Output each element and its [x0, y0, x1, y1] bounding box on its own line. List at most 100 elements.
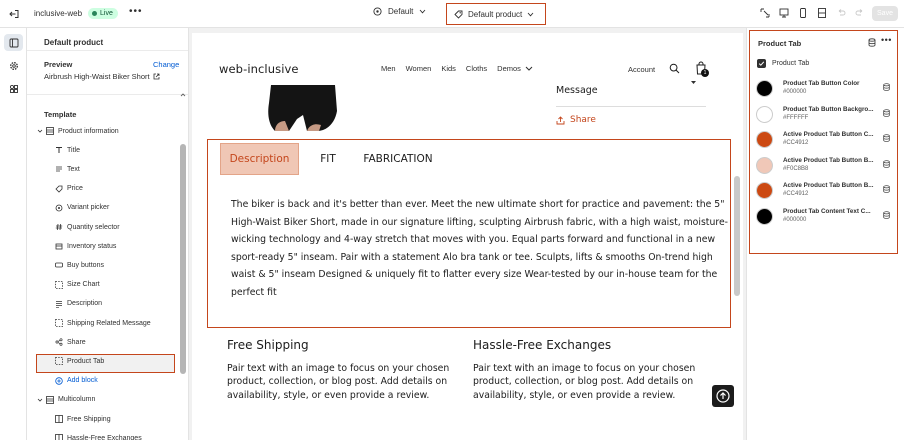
price-tag-icon — [55, 185, 63, 193]
color-setting[interactable]: Product Tab Button Backgro... #FFFFFF — [756, 105, 896, 127]
color-setting-hex[interactable]: #F0C8B8 — [783, 166, 808, 172]
block-item-product-tab[interactable]: Product Tab — [27, 354, 177, 368]
sections-tab[interactable] — [4, 34, 23, 51]
block-item-price[interactable]: Price — [27, 182, 177, 196]
tab-description[interactable]: Description — [220, 143, 299, 175]
nav-item-women[interactable]: Women — [406, 64, 432, 73]
color-setting[interactable]: Product Tab Button Color #000000 — [756, 79, 896, 101]
panel-scrollbar[interactable] — [180, 144, 186, 374]
store-more-button[interactable]: ••• — [129, 6, 143, 17]
tree-item-label: Title — [67, 146, 80, 154]
block-item-hassle-free-exchanges[interactable]: Hassle-Free Exchanges — [27, 431, 177, 440]
database-icon[interactable] — [883, 185, 890, 194]
share-button[interactable]: Share — [556, 115, 596, 125]
preview-scrollbar[interactable] — [734, 176, 740, 296]
color-swatch[interactable] — [756, 80, 773, 97]
preview-product[interactable]: Airbrush High-Waist Biker Short — [44, 72, 160, 81]
nav-item-cloths[interactable]: Cloths — [466, 64, 487, 73]
block-item-variant-picker[interactable]: Variant picker — [27, 201, 177, 215]
color-setting-hex[interactable]: #000000 — [783, 89, 806, 95]
add-block[interactable]: Add block — [27, 374, 177, 388]
scroll-up-icon[interactable] — [180, 92, 186, 102]
live-badge-label: Live — [100, 10, 113, 17]
tree-item-label: Product information — [58, 127, 119, 135]
settings-more-button[interactable]: ••• — [881, 35, 892, 45]
color-swatch[interactable] — [756, 182, 773, 200]
block-item-description[interactable]: Description — [27, 297, 177, 311]
block-item-shipping-related-message[interactable]: Shipping Related Message — [27, 316, 177, 330]
preview-label: Preview — [44, 60, 73, 69]
product-tab-settings: Product Tab ••• Product Tab Product Tab … — [749, 30, 898, 254]
undo-icon[interactable] — [836, 7, 846, 19]
product-tab-checkbox[interactable]: Product Tab — [757, 59, 809, 68]
color-setting-hex[interactable]: #FFFFFF — [783, 115, 808, 121]
tab-fabrication[interactable]: FABRICATION — [358, 143, 438, 175]
add-circle-icon — [55, 376, 63, 385]
tab-fit[interactable]: FIT — [308, 143, 348, 175]
block-settings-panel: Product Tab ••• Product Tab Product Tab … — [746, 28, 904, 440]
button-icon — [55, 261, 63, 269]
sections-icon — [9, 38, 18, 47]
database-icon[interactable] — [883, 134, 890, 142]
fullscreen-icon[interactable] — [817, 7, 827, 19]
database-icon[interactable] — [883, 83, 890, 91]
product-tab-block[interactable]: Description FIT FABRICATION The biker is… — [207, 139, 731, 328]
color-setting-hex[interactable]: #000000 — [783, 217, 806, 223]
save-button[interactable]: Save — [872, 6, 898, 21]
section-item-multicolumn[interactable]: Multicolumn — [27, 393, 177, 407]
color-swatch[interactable] — [756, 156, 773, 174]
site-logo[interactable]: web-inclusive — [219, 62, 299, 76]
color-swatch[interactable] — [756, 131, 773, 149]
text-icon — [55, 165, 63, 173]
color-swatch[interactable] — [756, 105, 773, 123]
database-icon[interactable] — [868, 38, 876, 47]
color-setting-name: Active Product Tab Button B... — [783, 182, 874, 190]
chevron-down-icon[interactable] — [690, 80, 697, 85]
mobile-view-icon[interactable] — [798, 7, 808, 19]
color-setting-hex[interactable]: #CC4912 — [783, 140, 808, 146]
color-setting[interactable]: Active Product Tab Button B... #CC4912 — [756, 181, 896, 203]
block-item-share[interactable]: Share — [27, 335, 177, 349]
block-item-text[interactable]: Text — [27, 162, 177, 176]
block-item-title[interactable]: Title — [27, 143, 177, 157]
block-item-buy-buttons[interactable]: Buy buttons — [27, 258, 177, 272]
color-setting[interactable]: Product Tab Content Text C... #000000 — [756, 207, 896, 229]
template-selector[interactable]: Default product — [446, 3, 546, 25]
color-setting-hex[interactable]: #CC4912 — [783, 191, 808, 197]
color-setting[interactable]: Active Product Tab Button C... #CC4912 — [756, 130, 896, 152]
section-item-product-information[interactable]: Product information — [27, 124, 177, 138]
settings-title: Product Tab — [758, 39, 802, 48]
nav-item-kids[interactable]: Kids — [441, 64, 456, 73]
database-icon[interactable] — [883, 108, 890, 117]
tree-item-label: Description — [67, 300, 103, 308]
block-item-free-shipping[interactable]: Free Shipping — [27, 412, 177, 426]
search-icon[interactable] — [669, 63, 680, 74]
theme-settings-tab[interactable] — [4, 57, 23, 74]
database-icon[interactable] — [883, 211, 890, 219]
scroll-to-top-button[interactable] — [712, 385, 734, 407]
preview-change-link[interactable]: Change — [153, 60, 179, 69]
nav-item-demos[interactable]: Demos — [497, 64, 533, 73]
database-icon[interactable] — [883, 160, 890, 168]
desktop-view-icon[interactable] — [779, 7, 789, 19]
apps-tab[interactable] — [4, 80, 23, 97]
preview-product-name: Airbrush High-Waist Biker Short — [44, 72, 150, 81]
color-setting[interactable]: Active Product Tab Button B... #F0C8B8 — [756, 156, 896, 178]
storefront-preview: web-inclusive Men Women Kids Cloths Demo… — [192, 33, 743, 440]
block-item-quantity-selector[interactable]: Quantity selector — [27, 220, 177, 234]
block-item-inventory-status[interactable]: Inventory status — [27, 239, 177, 253]
chevron-down-icon[interactable] — [37, 397, 43, 403]
product-image[interactable] — [219, 85, 375, 131]
account-link[interactable]: Account — [628, 65, 655, 74]
color-swatch[interactable] — [756, 208, 773, 225]
exit-icon[interactable] — [8, 8, 20, 20]
nav-item-men[interactable]: Men — [381, 64, 396, 73]
block-item-size-chart[interactable]: Size Chart — [27, 278, 177, 292]
inspector-icon[interactable] — [760, 7, 770, 19]
theme-selector[interactable]: Default — [373, 7, 426, 16]
redo-icon[interactable] — [855, 7, 865, 19]
panel-title: Default product — [44, 38, 104, 47]
tree-item-label: Variant picker — [67, 204, 110, 212]
chevron-down-icon[interactable] — [37, 128, 43, 134]
checkbox-checked-icon — [757, 59, 766, 68]
